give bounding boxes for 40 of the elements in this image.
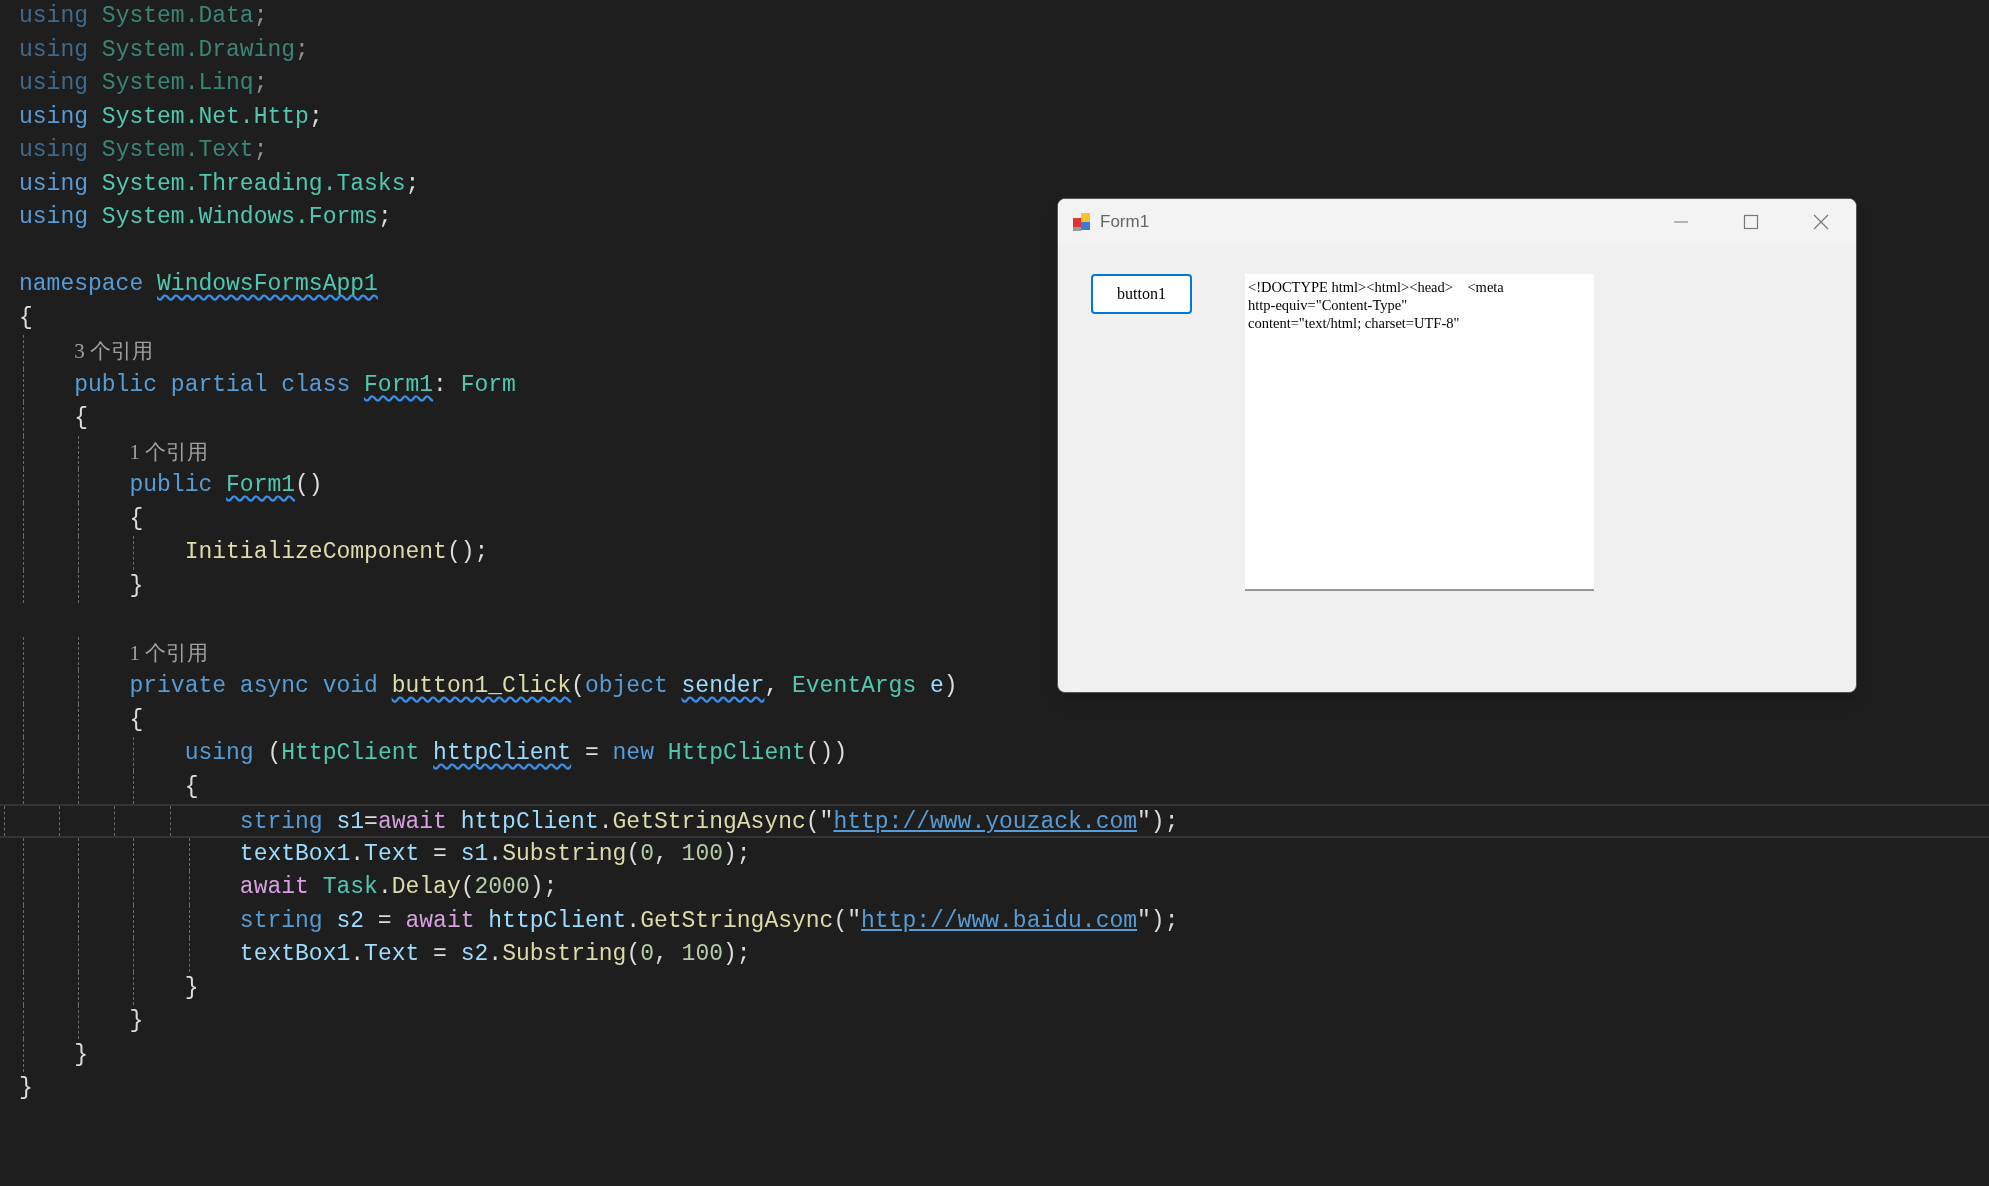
code-line: textBox1.Text = s2.Substring(0, 100); [238, 940, 751, 969]
code-line: } [73, 1040, 88, 1070]
code-line: using System.Threading.Tasks; [19, 169, 420, 199]
code-line: public partial class Form1: Form [73, 370, 516, 400]
reference-count[interactable]: 1 个引用 [19, 435, 209, 470]
code-line: using System.Windows.Forms; [19, 203, 392, 232]
minimize-icon [1673, 221, 1689, 223]
code-line: { [128, 705, 144, 735]
reference-count[interactable]: 3 个引用 [19, 335, 153, 370]
code-line: } [128, 571, 144, 601]
code-line: string s2 = await httpClient.GetStringAsync("http://www.baidu.com"); [238, 906, 1179, 936]
code-line: using System.Linq; [19, 69, 268, 98]
app-icon [1072, 212, 1092, 232]
code-line: { [183, 772, 199, 802]
code-line: string s1=await httpClient.GetStringAsync("http://www.youzack.com"); [238, 808, 1179, 837]
code-line: using System.Drawing; [19, 35, 309, 65]
code-line: { [73, 404, 88, 433]
url-link[interactable]: http://www.youzack.com [833, 809, 1138, 835]
code-line: textBox1.Text = s1.Substring(0, 100); [238, 839, 751, 869]
code-line: private async void button1_Click(object sender, EventArgs e) [128, 672, 958, 701]
maximize-icon [1743, 214, 1759, 230]
code-line: InitializeComponent(); [183, 538, 489, 567]
code-line: using (HttpClient httpClient = new HttpClient()) [183, 739, 848, 768]
window-title: Form1 [1100, 211, 1150, 234]
code-line: { [128, 504, 144, 534]
code-line: using System.Text; [19, 136, 268, 165]
code-line: public Form1() [128, 471, 323, 500]
reference-count[interactable]: 1 个引用 [19, 636, 209, 671]
code-line: } [128, 1007, 144, 1036]
code-line: using System.Data; [19, 2, 268, 31]
code-line: using System.Net.Http; [19, 102, 323, 132]
code-line: } [183, 973, 199, 1003]
code-line: } [19, 1074, 33, 1103]
close-icon [1813, 214, 1829, 230]
url-link[interactable]: http://www.baidu.com [861, 907, 1138, 934]
code-line: await Task.Delay(2000); [238, 873, 558, 902]
code-line: { [19, 303, 33, 333]
text-box[interactable]: <!DOCTYPE html><html><head> <meta http-equiv="Content-Type" content="text/html; charset=UTF-8" [1245, 274, 1594, 591]
form-button[interactable]: button1 [1091, 274, 1192, 314]
code-line: namespace WindowsFormsApp1 [19, 270, 378, 299]
